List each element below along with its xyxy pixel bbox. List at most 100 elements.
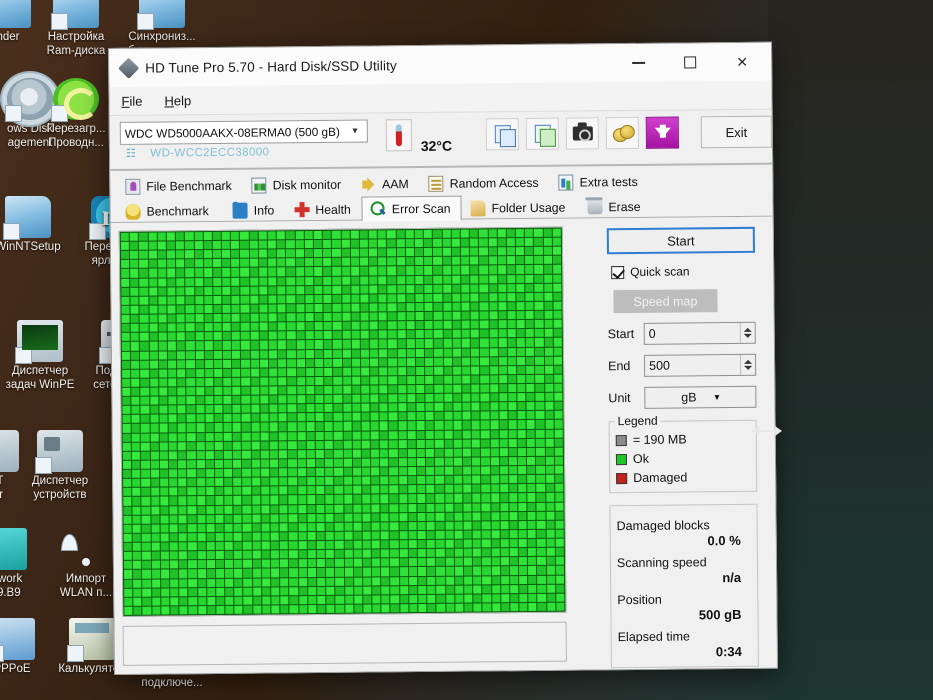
scan-block	[214, 432, 223, 441]
scan-block	[187, 469, 196, 478]
scan-block	[243, 550, 252, 560]
scan-block	[379, 421, 389, 431]
end-offset-input[interactable]: 500	[643, 353, 757, 377]
scan-block	[123, 542, 133, 552]
menu-item-help[interactable]: Help	[164, 93, 191, 108]
exit-button[interactable]: Exit	[700, 115, 773, 149]
scan-block	[463, 557, 473, 566]
scan-block	[361, 431, 370, 440]
copy-button[interactable]	[485, 118, 520, 151]
scan-block	[353, 522, 362, 531]
start-button[interactable]: Start	[606, 226, 755, 255]
scan-block	[371, 522, 380, 531]
scan-block	[130, 323, 140, 333]
scan-block	[224, 532, 233, 541]
scan-block	[224, 478, 233, 487]
scan-block	[306, 404, 315, 413]
start-offset-stepper[interactable]	[739, 322, 755, 343]
scan-block	[479, 229, 488, 238]
scan-block	[149, 387, 159, 396]
scan-block	[316, 531, 325, 541]
unit-select[interactable]: gB ▾	[644, 385, 757, 409]
scan-block	[287, 322, 296, 331]
scan-block	[140, 414, 150, 424]
tab-info[interactable]: Info	[220, 197, 286, 223]
desktop-icon-winntsetup[interactable]: WinNTSetup	[0, 196, 76, 255]
tab-error-scan[interactable]: Error Scan	[361, 195, 462, 222]
scan-block	[124, 570, 133, 579]
scan-block	[552, 246, 562, 256]
copy-green-button[interactable]	[525, 117, 560, 150]
scan-block	[332, 294, 341, 303]
scan-block	[123, 551, 133, 561]
scan-block	[140, 342, 149, 351]
scan-block	[240, 313, 250, 322]
scan-block	[369, 285, 378, 294]
scan-block	[223, 414, 232, 423]
scan-block	[333, 422, 343, 431]
scan-block	[316, 513, 325, 522]
scan-block	[372, 567, 381, 577]
scan-block	[537, 584, 546, 593]
scan-block	[344, 568, 353, 577]
quick-scan-checkbox[interactable]	[611, 265, 625, 279]
ram-disk-setup-icon	[51, 0, 99, 30]
scan-block	[500, 520, 509, 530]
close-button[interactable]: ✕	[719, 43, 765, 81]
scan-block	[141, 497, 150, 506]
screenshot-button[interactable]	[565, 117, 600, 150]
scan-block	[268, 322, 277, 331]
scan-block	[297, 449, 306, 459]
scan-block	[204, 314, 213, 323]
scan-block	[222, 286, 231, 295]
minimize-button[interactable]	[615, 44, 661, 82]
scan-block	[360, 276, 369, 285]
scan-block	[222, 304, 231, 313]
scan-block	[268, 276, 277, 286]
scan-block	[325, 550, 335, 559]
end-offset-stepper[interactable]	[739, 354, 756, 375]
scan-block	[167, 323, 176, 332]
tab-benchmark[interactable]: Benchmark	[116, 198, 219, 224]
scan-block	[537, 575, 546, 584]
scan-block	[342, 376, 351, 385]
scan-block	[352, 431, 361, 440]
desktop-icon-device-manager[interactable]: Диспетчер устройств	[12, 430, 108, 502]
scan-block	[490, 475, 499, 484]
hd-tune-window: HD Tune Pro 5.70 - Hard Disk/SSD Utility…	[108, 41, 778, 675]
scan-block	[196, 478, 205, 487]
scan-block	[185, 268, 194, 277]
scan-block	[259, 368, 269, 377]
quick-scan-row[interactable]: Quick scan	[607, 264, 755, 279]
maximize-button[interactable]	[667, 43, 713, 81]
save-button[interactable]	[645, 116, 680, 149]
scan-block	[408, 567, 418, 576]
tab-file-benchmark[interactable]: File Benchmark	[116, 173, 243, 199]
scan-block	[489, 311, 498, 320]
menu-item-file[interactable]: File	[121, 93, 142, 108]
scan-block	[452, 357, 462, 366]
scan-block	[313, 258, 323, 267]
scan-block	[216, 596, 225, 605]
scan-block	[185, 305, 195, 314]
scan-block	[342, 367, 351, 376]
tab-random-access[interactable]: Random Access	[420, 170, 550, 196]
desktop-icon-task-manager-winpe[interactable]: Диспетчер задач WinPE	[0, 320, 88, 392]
scan-block	[133, 588, 142, 597]
scan-block	[398, 485, 408, 494]
tab-erase[interactable]: Erase	[576, 194, 651, 220]
tab-health[interactable]: Health	[285, 197, 362, 223]
start-offset-input[interactable]: 0	[643, 321, 756, 345]
desktop-icon-defender[interactable]: nder	[0, 0, 56, 45]
scan-map[interactable]	[118, 226, 567, 617]
scan-block	[243, 578, 252, 587]
tab-extra-tests[interactable]: Extra tests	[549, 169, 648, 195]
coins-button[interactable]	[605, 116, 640, 150]
window-titlebar[interactable]: HD Tune Pro 5.70 - Hard Disk/SSD Utility…	[109, 42, 772, 87]
drive-select[interactable]: WDC WD5000AAKX-08ERMA0 (500 gB) ▾	[119, 119, 369, 145]
tab-folder-usage[interactable]: Folder Usage	[461, 195, 576, 221]
tab-aam[interactable]: AAM	[352, 171, 420, 197]
tab-disk-monitor[interactable]: Disk monitor	[243, 172, 353, 198]
scan-block	[519, 566, 528, 575]
scan-block	[160, 569, 170, 579]
